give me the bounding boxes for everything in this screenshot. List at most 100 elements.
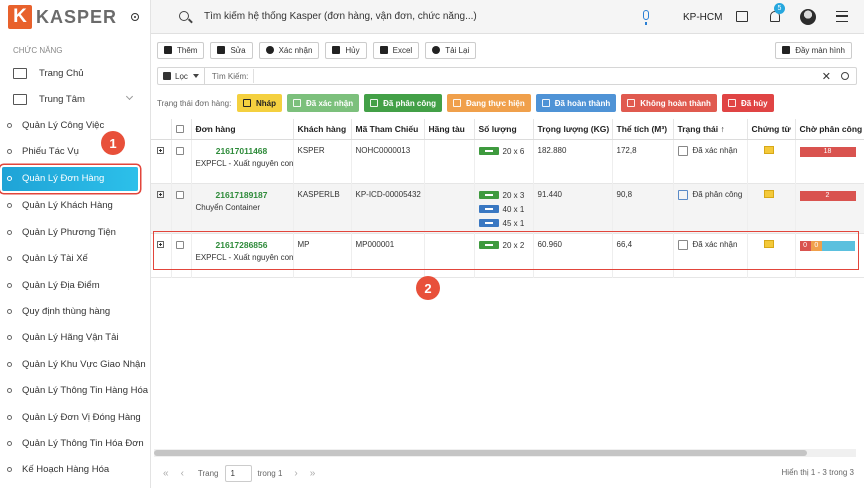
sidebar-item-label: Phiếu Tác Vụ xyxy=(22,146,79,158)
column-header[interactable]: Trọng lượng (KG) xyxy=(533,119,613,140)
expand-row-icon[interactable] xyxy=(157,146,164,154)
sidebar-item[interactable]: Kế Hoạch Hàng Hóa xyxy=(0,457,150,483)
pending-bar: 00 xyxy=(799,240,856,251)
status-chip[interactable]: Đã xác nhận xyxy=(287,94,360,112)
quantity-text: 40 x 1 xyxy=(502,204,525,214)
excel-button[interactable]: Excel xyxy=(372,41,420,59)
sidebar-item[interactable]: Quản Lý Đơn Vị Đóng Hàng xyxy=(0,404,150,430)
status-chip[interactable]: Không hoàn thành xyxy=(621,94,717,112)
expand-row-icon[interactable] xyxy=(157,190,164,198)
page-input[interactable]: 1 xyxy=(224,465,252,482)
expand-row-icon[interactable] xyxy=(157,240,164,248)
row-checkbox[interactable] xyxy=(175,190,184,199)
status-chip[interactable]: Nháp xyxy=(237,94,282,112)
column-header[interactable]: Thể tích (M³) xyxy=(612,119,674,140)
fullscreen-icon[interactable] xyxy=(736,11,748,22)
column-header[interactable]: Chờ phân công xyxy=(795,119,864,140)
menu-icon[interactable] xyxy=(836,11,848,22)
column-header[interactable]: Chứng từ xyxy=(747,119,796,140)
column-header[interactable] xyxy=(151,119,172,140)
column-header[interactable]: Khách hàng xyxy=(293,119,352,140)
column-header[interactable]: Đơn hàng xyxy=(191,119,294,140)
search-icon[interactable] xyxy=(179,11,189,21)
scrollbar-thumb[interactable] xyxy=(154,450,807,456)
row-checkbox[interactable] xyxy=(175,146,184,155)
first-page-icon[interactable]: « xyxy=(163,468,169,479)
document-icon[interactable] xyxy=(763,189,774,198)
quantity-cell: 20 x 6 xyxy=(474,139,534,183)
carrier-cell xyxy=(424,233,475,277)
sidebar-item[interactable]: Quản Lý Thông Tin Hàng Hóa xyxy=(0,378,150,404)
search-icon[interactable] xyxy=(841,72,849,80)
sidebar-item[interactable]: Quy định thùng hàng xyxy=(0,298,150,324)
row-checkbox[interactable] xyxy=(175,240,184,249)
logo[interactable]: K KASPER xyxy=(0,0,150,34)
column-header[interactable]: Trạng thái ↑ xyxy=(673,119,748,140)
cancel-button[interactable]: Hủy xyxy=(325,41,367,59)
sidebar-toggle-icon[interactable] xyxy=(131,13,140,21)
sidebar-item-label: Trung Tâm xyxy=(39,93,85,105)
refresh-icon xyxy=(432,46,441,54)
sidebar-item[interactable]: Quản Lý Hãng Vận Tải xyxy=(0,325,150,351)
status-chip[interactable]: Đang thực hiện xyxy=(447,94,531,112)
sidebar-item[interactable]: Phiếu Tác Vụ xyxy=(0,138,150,164)
status-chip[interactable]: Đã phân công xyxy=(364,94,443,112)
column-header[interactable]: Số lượng xyxy=(474,119,534,140)
column-header[interactable] xyxy=(171,119,192,140)
order-number-link[interactable]: 21617286856 xyxy=(196,240,288,250)
bullet-icon xyxy=(7,229,12,235)
quantity-text: 20 x 3 xyxy=(502,190,525,200)
sidebar-item[interactable]: Quản Lý Tài Xế xyxy=(0,246,150,272)
clear-icon[interactable]: ✕ xyxy=(822,70,831,83)
order-number-link[interactable]: 21617189187 xyxy=(196,190,288,200)
table-row[interactable]: 21617189187 Chuyển Container KASPERLB KP-IC… xyxy=(151,183,864,233)
sidebar-item-label: Quản Lý Địa Điểm xyxy=(22,279,100,291)
sidebar-item[interactable]: Quản Lý Địa Điểm xyxy=(0,272,150,298)
expand-icon xyxy=(782,46,791,54)
weight-cell: 91.440 xyxy=(533,183,613,233)
document-icon[interactable] xyxy=(763,145,774,154)
reference-cell: NOHC0000013 xyxy=(351,139,425,183)
sidebar-item[interactable]: Quản Lý Khách Hàng xyxy=(0,193,150,219)
sidebar-item[interactable]: Quản Lý Thông Tin Hóa Đơn xyxy=(0,430,150,456)
table-row[interactable]: 21617011468 EXPFCL - Xuất nguyên cont KSPE… xyxy=(151,139,864,183)
fullscreen-button[interactable]: Đầy màn hình xyxy=(775,41,852,59)
sidebar-item[interactable]: Quản Lý Đơn Hàng xyxy=(2,166,138,191)
status-chip[interactable]: Đã hoàn thành xyxy=(535,94,617,112)
filter-dropdown[interactable]: Lọc xyxy=(158,68,205,84)
volume-cell: 66,4 xyxy=(612,233,674,277)
column-header[interactable]: Hãng tàu xyxy=(424,119,475,140)
select-all-checkbox[interactable] xyxy=(175,125,184,134)
sidebar-item-center[interactable]: Trung Tâm xyxy=(0,86,150,112)
avatar[interactable] xyxy=(800,9,816,25)
add-button[interactable]: Thêm xyxy=(157,41,205,59)
branch-selector[interactable]: KP-HCM xyxy=(683,12,722,23)
sidebar-item[interactable]: Quản Lý Phương Tiện xyxy=(0,219,150,245)
search-input[interactable] xyxy=(253,69,856,83)
prev-page-icon[interactable]: ‹ xyxy=(181,468,184,479)
sidebar-item[interactable]: Quản Lý Khu Vực Giao Nhận xyxy=(0,351,150,377)
edit-button[interactable]: Sửa xyxy=(210,41,253,59)
horizontal-scrollbar[interactable] xyxy=(154,449,856,457)
status-icon xyxy=(293,99,301,107)
status-icon xyxy=(677,145,688,156)
last-page-icon[interactable]: » xyxy=(310,468,316,479)
column-header[interactable]: Mã Tham Chiếu xyxy=(351,119,425,140)
microphone-icon[interactable] xyxy=(643,10,649,25)
sidebar-item-home[interactable]: Trang Chủ xyxy=(0,60,150,86)
order-number-link[interactable]: 21617011468 xyxy=(196,146,288,156)
callout-badge-1: 1 xyxy=(101,131,125,155)
order-type: Chuyển Container xyxy=(195,202,260,212)
shield-check-icon xyxy=(265,46,274,54)
status-chip[interactable]: Đã hủy xyxy=(721,94,774,112)
document-icon[interactable] xyxy=(763,239,774,248)
table-row[interactable]: 21617286856 EXPFCL - Xuất nguyên cont MP MP… xyxy=(151,233,864,277)
reload-button[interactable]: Tải Lại xyxy=(425,41,477,59)
confirm-button[interactable]: Xác nhận xyxy=(258,41,320,59)
status-cell: Đã xác nhận xyxy=(677,239,747,250)
global-search-input[interactable]: Tìm kiếm hệ thống Kasper (đơn hàng, vận … xyxy=(204,11,477,22)
next-page-icon[interactable]: › xyxy=(294,468,297,479)
sidebar-item[interactable]: Quản Lý Công Việc xyxy=(0,112,150,138)
plus-icon xyxy=(164,46,172,54)
status-cell: Đã xác nhận xyxy=(677,145,747,156)
